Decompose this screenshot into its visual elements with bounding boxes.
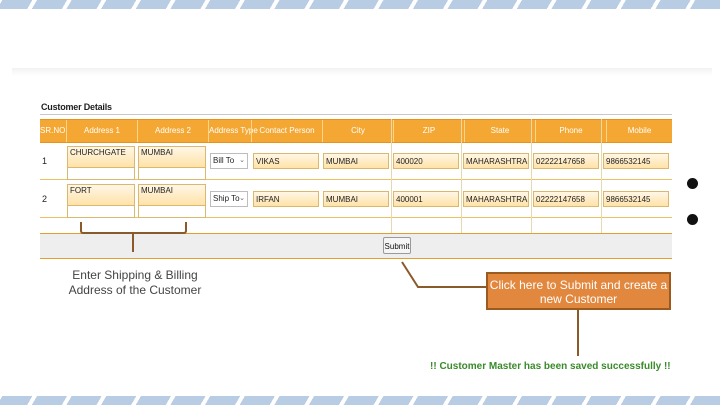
column-divider (391, 119, 392, 233)
table-row: 2 FORT MUMBAI Ship To ⌄ IRFAN MUMBAI 400… (40, 180, 672, 218)
mobile-field[interactable]: 9866532145 (603, 191, 669, 207)
table-header: SR.NO. Address 1 Address 2 Address Type … (40, 119, 672, 143)
address2-field-extension[interactable] (138, 206, 206, 218)
bullet-icon (687, 178, 698, 189)
address-instruction-note: Enter Shipping & Billing Address of the … (68, 268, 202, 297)
column-divider (531, 119, 532, 233)
address1-field[interactable]: FORT (67, 184, 135, 206)
mobile-field[interactable]: 9866532145 (603, 153, 669, 169)
address-type-value: Ship To (213, 194, 240, 203)
state-field[interactable]: MAHARASHTRA (463, 153, 529, 169)
zip-field[interactable]: 400001 (393, 191, 459, 207)
col-header-srno: SR.NO. (40, 126, 68, 135)
address2-field[interactable]: MUMBAI (138, 184, 206, 206)
title-divider (40, 114, 672, 115)
col-header-mobile: Mobile (627, 126, 652, 135)
slide-shadow (12, 68, 712, 76)
address-bracket (80, 222, 187, 234)
phone-field[interactable]: 02222147658 (533, 191, 599, 207)
address1-field[interactable]: CHURCHGATE (67, 146, 135, 168)
address1-field-extension[interactable] (67, 168, 135, 180)
col-header-phone: Phone (559, 126, 583, 135)
address2-field[interactable]: MUMBAI (138, 146, 206, 168)
col-header-contact-person: Contact Person (259, 126, 315, 135)
top-decorative-stripe (0, 0, 720, 9)
col-header-address1: Address 1 (83, 126, 121, 135)
zip-field[interactable]: 400020 (393, 153, 459, 169)
submit-button[interactable]: Submit (383, 237, 411, 254)
column-divider (601, 119, 602, 233)
row-sr-number: 1 (42, 156, 48, 166)
contact-person-field[interactable]: VIKAS (253, 153, 319, 169)
chevron-down-icon: ⌄ (239, 157, 245, 164)
city-field[interactable]: MUMBAI (323, 153, 389, 169)
col-header-address-type: Address Type (209, 126, 258, 135)
address-type-value: Bill To (213, 156, 235, 165)
state-field[interactable]: MAHARASHTRA (463, 191, 529, 207)
contact-person-field[interactable]: IRFAN (253, 191, 319, 207)
form-footer: Submit (40, 233, 672, 259)
col-header-address2: Address 2 (154, 126, 192, 135)
city-field[interactable]: MUMBAI (323, 191, 389, 207)
bracket-pointer (132, 234, 134, 252)
address-type-select[interactable]: Bill To ⌄ (210, 153, 248, 169)
column-divider (461, 119, 462, 233)
success-message: !! Customer Master has been saved succes… (430, 361, 671, 372)
address-type-select[interactable]: Ship To ⌄ (210, 191, 248, 207)
row-sr-number: 2 (42, 194, 48, 204)
submit-leader-line (401, 261, 486, 288)
submit-callout: Click here to Submit and create a new Cu… (486, 272, 671, 310)
chevron-down-icon: ⌄ (239, 195, 245, 202)
col-header-zip: ZIP (422, 126, 436, 135)
col-header-state: State (490, 126, 510, 135)
panel-title: Customer Details (41, 102, 112, 112)
phone-field[interactable]: 02222147658 (533, 153, 599, 169)
bottom-decorative-stripe (0, 396, 720, 405)
customer-details-panel: Customer Details SR.NO. Address 1 Addres… (40, 97, 672, 261)
bullet-icon (687, 214, 698, 225)
col-header-city: City (351, 126, 365, 135)
address2-field-extension[interactable] (138, 168, 206, 180)
table-row: 1 CHURCHGATE MUMBAI Bill To ⌄ VIKAS MUMB… (40, 142, 672, 180)
address1-field-extension[interactable] (67, 206, 135, 218)
